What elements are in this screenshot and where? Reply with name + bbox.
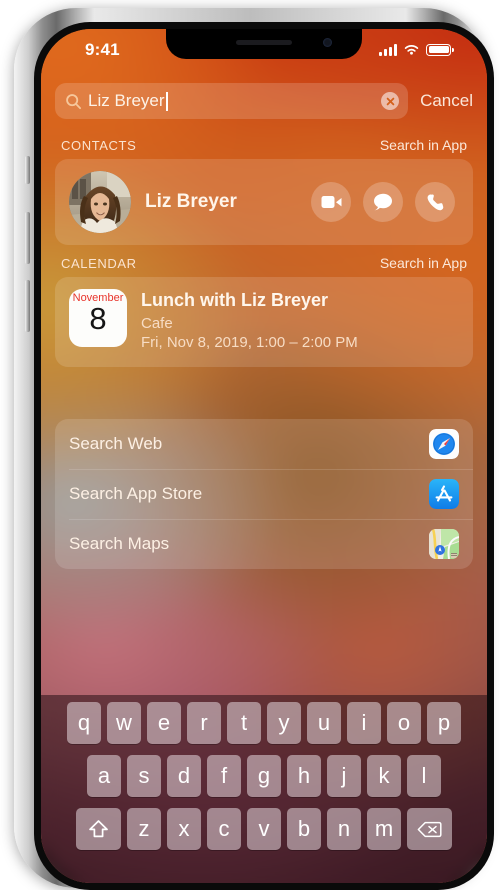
calendar-day-label: 8 — [89, 301, 107, 336]
key-h[interactable]: h — [287, 755, 321, 797]
suggestion-label: Search Web — [69, 434, 163, 453]
search-suggestions-card: Search Web Search App Store Search Maps — [55, 419, 473, 569]
search-results: CONTACTS Search in App Liz Breyer CALEND… — [41, 127, 487, 569]
search-input[interactable]: Liz Breyer — [55, 83, 409, 119]
key-n[interactable]: n — [327, 808, 361, 850]
contact-actions — [311, 182, 455, 222]
safari-app-icon — [429, 429, 459, 459]
front-camera-icon — [323, 38, 332, 47]
key-k[interactable]: k — [367, 755, 401, 797]
facetime-video-button[interactable] — [311, 182, 351, 222]
status-time: 9:41 — [85, 40, 120, 59]
key-w[interactable]: w — [107, 702, 141, 744]
key-z[interactable]: z — [127, 808, 161, 850]
suggestion-search-web[interactable]: Search Web — [55, 419, 473, 469]
event-title: Lunch with Liz Breyer — [141, 290, 329, 310]
calendar-date-icon: November 8 — [69, 289, 127, 347]
contact-name: Liz Breyer — [145, 191, 237, 212]
calendar-event-row[interactable]: November 8 Lunch with Liz Breyer Cafe Fr… — [55, 277, 473, 367]
section-title-calendar: CALENDAR — [61, 256, 137, 271]
volume-up-button[interactable] — [25, 212, 30, 264]
key-g[interactable]: g — [247, 755, 281, 797]
keyboard-row-2: a s d f g h j k l — [41, 755, 487, 797]
key-i[interactable]: i — [347, 702, 381, 744]
search-query-text: Liz Breyer — [88, 91, 165, 110]
key-f[interactable]: f — [207, 755, 241, 797]
key-m[interactable]: m — [367, 808, 401, 850]
search-bar: Liz Breyer Cancel — [41, 81, 487, 121]
key-s[interactable]: s — [127, 755, 161, 797]
on-screen-keyboard[interactable]: q w e r t y u i o p a s d f g h j k l z … — [41, 695, 487, 883]
key-x[interactable]: x — [167, 808, 201, 850]
key-e[interactable]: e — [147, 702, 181, 744]
contact-card[interactable]: Liz Breyer — [55, 159, 473, 245]
event-time: Fri, Nov 8, 2019, 1:00 – 2:00 PM — [141, 334, 358, 351]
message-button[interactable] — [363, 182, 403, 222]
key-v[interactable]: v — [247, 808, 281, 850]
calendar-event-card[interactable]: November 8 Lunch with Liz Breyer Cafe Fr… — [55, 277, 473, 367]
text-cursor — [165, 91, 168, 111]
key-b[interactable]: b — [287, 808, 321, 850]
clear-circle-icon — [386, 97, 394, 105]
section-title-contacts: CONTACTS — [61, 138, 137, 153]
volume-down-button[interactable] — [25, 280, 30, 332]
clear-search-button[interactable] — [381, 92, 400, 110]
phone-screen: 9:41 Liz Breyer Cancel CONTACTS Search i… — [41, 29, 487, 883]
device-notch — [166, 29, 362, 59]
key-r[interactable]: r — [187, 702, 221, 744]
delete-key[interactable] — [407, 808, 452, 850]
contact-avatar — [69, 171, 131, 233]
earpiece-speaker — [236, 40, 292, 45]
contact-row[interactable]: Liz Breyer — [55, 159, 473, 245]
calendar-event-details: Lunch with Liz Breyer Cafe Fri, Nov 8, 2… — [141, 289, 358, 351]
key-y[interactable]: y — [267, 702, 301, 744]
calendar-section-header: CALENDAR Search in App — [41, 245, 487, 277]
keyboard-row-1: q w e r t y u i o p — [41, 702, 487, 744]
battery-full-icon — [426, 43, 454, 56]
suggestion-label: Search App Store — [69, 484, 203, 503]
search-in-app-calendar[interactable]: Search in App — [380, 255, 467, 271]
key-u[interactable]: u — [307, 702, 341, 744]
search-icon — [66, 93, 82, 109]
phone-call-button[interactable] — [415, 182, 455, 222]
key-a[interactable]: a — [87, 755, 121, 797]
suggestion-search-app-store[interactable]: Search App Store — [55, 469, 473, 519]
wifi-icon — [404, 45, 419, 55]
video-camera-icon — [321, 196, 341, 208]
shift-key[interactable] — [76, 808, 121, 850]
contact-avatar-photo — [69, 171, 131, 233]
key-l[interactable]: l — [407, 755, 441, 797]
speech-bubble-icon — [374, 193, 392, 211]
key-t[interactable]: t — [227, 702, 261, 744]
mute-switch[interactable] — [25, 156, 30, 184]
device-frame: 9:41 Liz Breyer Cancel CONTACTS Search i… — [14, 8, 494, 890]
suggestion-search-maps[interactable]: Search Maps — [55, 519, 473, 569]
key-c[interactable]: c — [207, 808, 241, 850]
key-q[interactable]: q — [67, 702, 101, 744]
delete-backspace-icon — [417, 821, 442, 837]
search-in-app-contacts[interactable]: Search in App — [380, 137, 467, 153]
maps-app-icon — [429, 529, 459, 559]
key-j[interactable]: j — [327, 755, 361, 797]
app-store-app-icon — [429, 479, 459, 509]
shift-arrow-icon — [89, 820, 108, 838]
event-location: Cafe — [141, 315, 173, 332]
phone-handset-icon — [427, 194, 443, 210]
keyboard-row-3: z x c v b n m — [41, 808, 487, 850]
contacts-section-header: CONTACTS Search in App — [41, 127, 487, 159]
status-indicators — [379, 43, 454, 56]
key-d[interactable]: d — [167, 755, 201, 797]
signal-bars-icon — [379, 43, 397, 56]
key-o[interactable]: o — [387, 702, 421, 744]
cancel-button[interactable]: Cancel — [420, 91, 473, 111]
key-p[interactable]: p — [427, 702, 461, 744]
suggestion-label: Search Maps — [69, 534, 170, 553]
